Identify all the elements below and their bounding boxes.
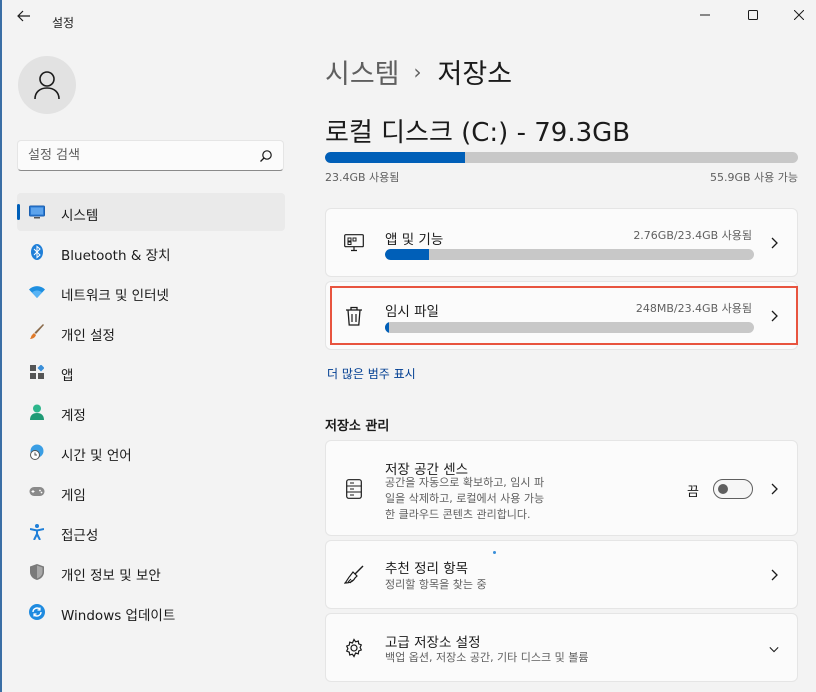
drive-usage-bar-fill: [325, 152, 465, 163]
chevron-down-icon: [769, 642, 779, 656]
accessibility-icon: [29, 524, 45, 540]
loading-dot: [493, 551, 496, 554]
trash-icon: [344, 306, 364, 326]
maximize-icon: [748, 10, 758, 20]
search-icon[interactable]: [259, 149, 273, 163]
sidebar-item-windows-update[interactable]: Windows 업데이트: [17, 593, 285, 631]
apps-features-icon: [344, 233, 364, 253]
sidebar-item-label: 개인 정보 및 보안: [61, 568, 161, 584]
drive-icon: [344, 479, 364, 499]
chevron-right-icon: [769, 236, 779, 250]
monitor-icon: [29, 204, 45, 220]
sidebar-item-label: Windows 업데이트: [61, 608, 176, 624]
storage-sense-toggle-label: 끔: [687, 485, 699, 500]
sidebar-item-accounts[interactable]: 계정: [17, 393, 285, 431]
cleanup-description: 정리할 항목을 찾는 중: [385, 578, 487, 591]
section-title: 저장소 관리: [325, 419, 390, 434]
sidebar-nav: 시스템 Bluetooth & 장치 네트워크 및 인터넷 개인 설정 앱 계정…: [17, 193, 285, 633]
sidebar-item-personalization[interactable]: 개인 설정: [17, 313, 285, 351]
sidebar-item-label: 네트워크 및 인터넷: [61, 288, 169, 304]
sidebar-item-label: 시스템: [61, 208, 99, 224]
wifi-icon: [29, 284, 45, 300]
chevron-right-icon: [769, 568, 779, 582]
category-temp-files[interactable]: 임시 파일 248MB/23.4GB 사용됨: [325, 281, 798, 350]
storage-sense-toggle[interactable]: [713, 479, 753, 499]
sidebar-item-label: 앱: [61, 368, 74, 384]
sidebar-item-label: 접근성: [61, 528, 99, 544]
category-usage: 2.76GB/23.4GB 사용됨: [633, 229, 752, 242]
sidebar-item-bluetooth[interactable]: Bluetooth & 장치: [17, 233, 285, 271]
category-apps-features[interactable]: 앱 및 기능 2.76GB/23.4GB 사용됨: [325, 208, 798, 277]
breadcrumb-separator: ›: [413, 59, 422, 84]
breadcrumb-parent-link[interactable]: 시스템: [325, 52, 400, 91]
globe-clock-icon: [29, 444, 45, 460]
sidebar-item-label: 게임: [61, 488, 86, 504]
maximize-button[interactable]: [738, 4, 768, 26]
settings-search-input[interactable]: [28, 141, 258, 170]
sidebar-item-label: Bluetooth & 장치: [61, 248, 171, 264]
title-bar: 설정: [0, 0, 816, 30]
category-usage-bar-fill: [385, 322, 390, 333]
category-usage: 248MB/23.4GB 사용됨: [635, 302, 752, 315]
chevron-right-icon: [769, 309, 779, 323]
bluetooth-icon: [29, 244, 45, 260]
back-button[interactable]: [14, 8, 34, 24]
person-icon: [29, 404, 45, 420]
sidebar-item-gaming[interactable]: 게임: [17, 473, 285, 511]
gamepad-icon: [29, 484, 45, 500]
drive-title: 로컬 디스크 (C:) - 79.3GB: [325, 118, 631, 148]
sidebar-item-time-language[interactable]: 시간 및 언어: [17, 433, 285, 471]
broom-icon: [344, 565, 364, 585]
category-usage-bar: [385, 322, 754, 333]
category-usage-bar: [385, 249, 754, 260]
sidebar-item-label: 개인 설정: [61, 328, 115, 344]
sidebar-item-label: 시간 및 언어: [61, 448, 132, 464]
category-title: 앱 및 기능: [385, 232, 444, 248]
update-icon: [29, 604, 45, 620]
sidebar-item-label: 계정: [61, 408, 86, 424]
page-title: 저장소: [437, 59, 513, 90]
close-button[interactable]: [784, 4, 814, 26]
advanced-settings-description: 백업 옵션, 저장소 공간, 기타 디스크 및 볼륨: [385, 651, 589, 664]
app-title: 설정: [52, 16, 75, 30]
back-arrow-icon: [17, 10, 30, 22]
user-avatar[interactable]: [18, 56, 76, 114]
gear-icon: [344, 638, 364, 658]
drive-free-label: 55.9GB 사용 가능: [709, 171, 798, 184]
apps-icon: [29, 364, 45, 380]
show-more-categories-link[interactable]: 더 많은 범주 표시: [327, 365, 416, 382]
advanced-settings-title: 고급 저장소 설정: [385, 635, 481, 651]
storage-sense-card[interactable]: 저장 공간 센스 공간을 자동으로 확보하고, 임시 파 일을 삭제하고, 로컬…: [325, 440, 798, 536]
sidebar-item-accessibility[interactable]: 접근성: [17, 513, 285, 551]
advanced-storage-settings-card[interactable]: 고급 저장소 설정 백업 옵션, 저장소 공간, 기타 디스크 및 볼륨: [325, 613, 798, 682]
toggle-knob: [718, 484, 728, 494]
person-icon: [34, 71, 60, 100]
chevron-right-icon: [769, 482, 779, 496]
sidebar-item-apps[interactable]: 앱: [17, 353, 285, 391]
minimize-button[interactable]: [690, 4, 720, 26]
cleanup-recommendations-card[interactable]: 추천 정리 항목 정리할 항목을 찾는 중: [325, 540, 798, 609]
close-icon: [794, 10, 804, 20]
category-title: 임시 파일: [385, 304, 439, 320]
breadcrumb: 시스템 › 저장소: [325, 52, 512, 91]
cleanup-title: 추천 정리 항목: [385, 561, 469, 577]
category-usage-bar-fill: [385, 249, 429, 260]
sidebar-item-network[interactable]: 네트워크 및 인터넷: [17, 273, 285, 311]
window-left-edge: [0, 0, 2, 692]
shield-icon: [29, 564, 45, 580]
brush-icon: [29, 324, 45, 340]
drive-used-label: 23.4GB 사용됨: [325, 171, 400, 184]
minimize-icon: [700, 14, 710, 16]
sidebar-item-privacy-security[interactable]: 개인 정보 및 보안: [17, 553, 285, 591]
sidebar-item-system[interactable]: 시스템: [17, 193, 285, 231]
storage-sense-description: 공간을 자동으로 확보하고, 임시 파 일을 삭제하고, 로컬에서 사용 가능 …: [385, 476, 545, 521]
settings-search-box[interactable]: [17, 140, 284, 171]
drive-usage-bar: [325, 152, 798, 163]
